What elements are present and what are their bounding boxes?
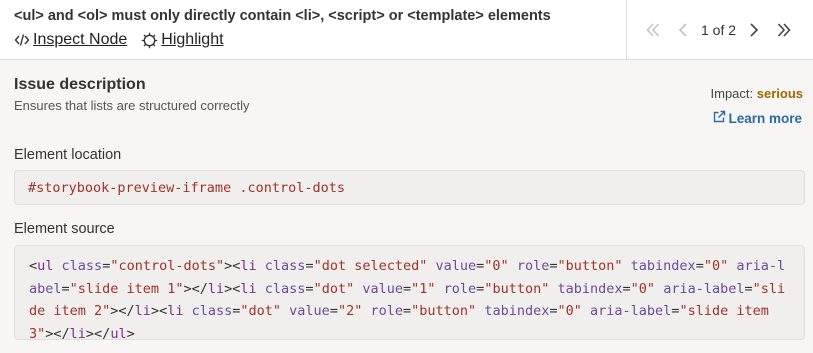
last-page-icon[interactable] [772, 18, 796, 42]
description-title: Issue description [14, 76, 146, 93]
description-text: Ensures that lists are structured correc… [14, 98, 250, 113]
next-icon[interactable] [742, 18, 766, 42]
issue-title: <ul> and <ol> must only directly contain… [14, 8, 551, 24]
impact-badge: Impact: serious [711, 86, 804, 101]
element-source-label: Element source [14, 221, 115, 237]
impact-value: serious [756, 86, 803, 101]
element-location-label: Element location [14, 147, 122, 163]
highlight-button[interactable]: Highlight [141, 31, 224, 49]
learn-more-label: Learn more [728, 110, 802, 126]
code-icon [14, 33, 30, 47]
learn-more-link[interactable]: Learn more [713, 110, 802, 126]
impact-label: Impact: [710, 86, 754, 101]
prev-icon[interactable] [671, 18, 695, 42]
inspect-node-button[interactable]: Inspect Node [14, 31, 127, 49]
element-source-value: <ul class="control-dots"><li class="dot … [14, 245, 805, 342]
node-actions: Inspect Node Highlight [14, 31, 224, 49]
issue-header: <ul> and <ol> must only directly contain… [0, 0, 813, 60]
inspect-node-label: Inspect Node [33, 31, 128, 48]
highlight-label: Highlight [161, 31, 224, 48]
first-page-icon[interactable] [641, 18, 665, 42]
highlight-icon [141, 32, 158, 49]
page-counter: 1 of 2 [701, 22, 737, 38]
external-link-icon [713, 110, 726, 126]
issue-pager: 1 of 2 [626, 0, 813, 60]
element-location-value: #storybook-preview-iframe .control-dots [14, 170, 805, 205]
